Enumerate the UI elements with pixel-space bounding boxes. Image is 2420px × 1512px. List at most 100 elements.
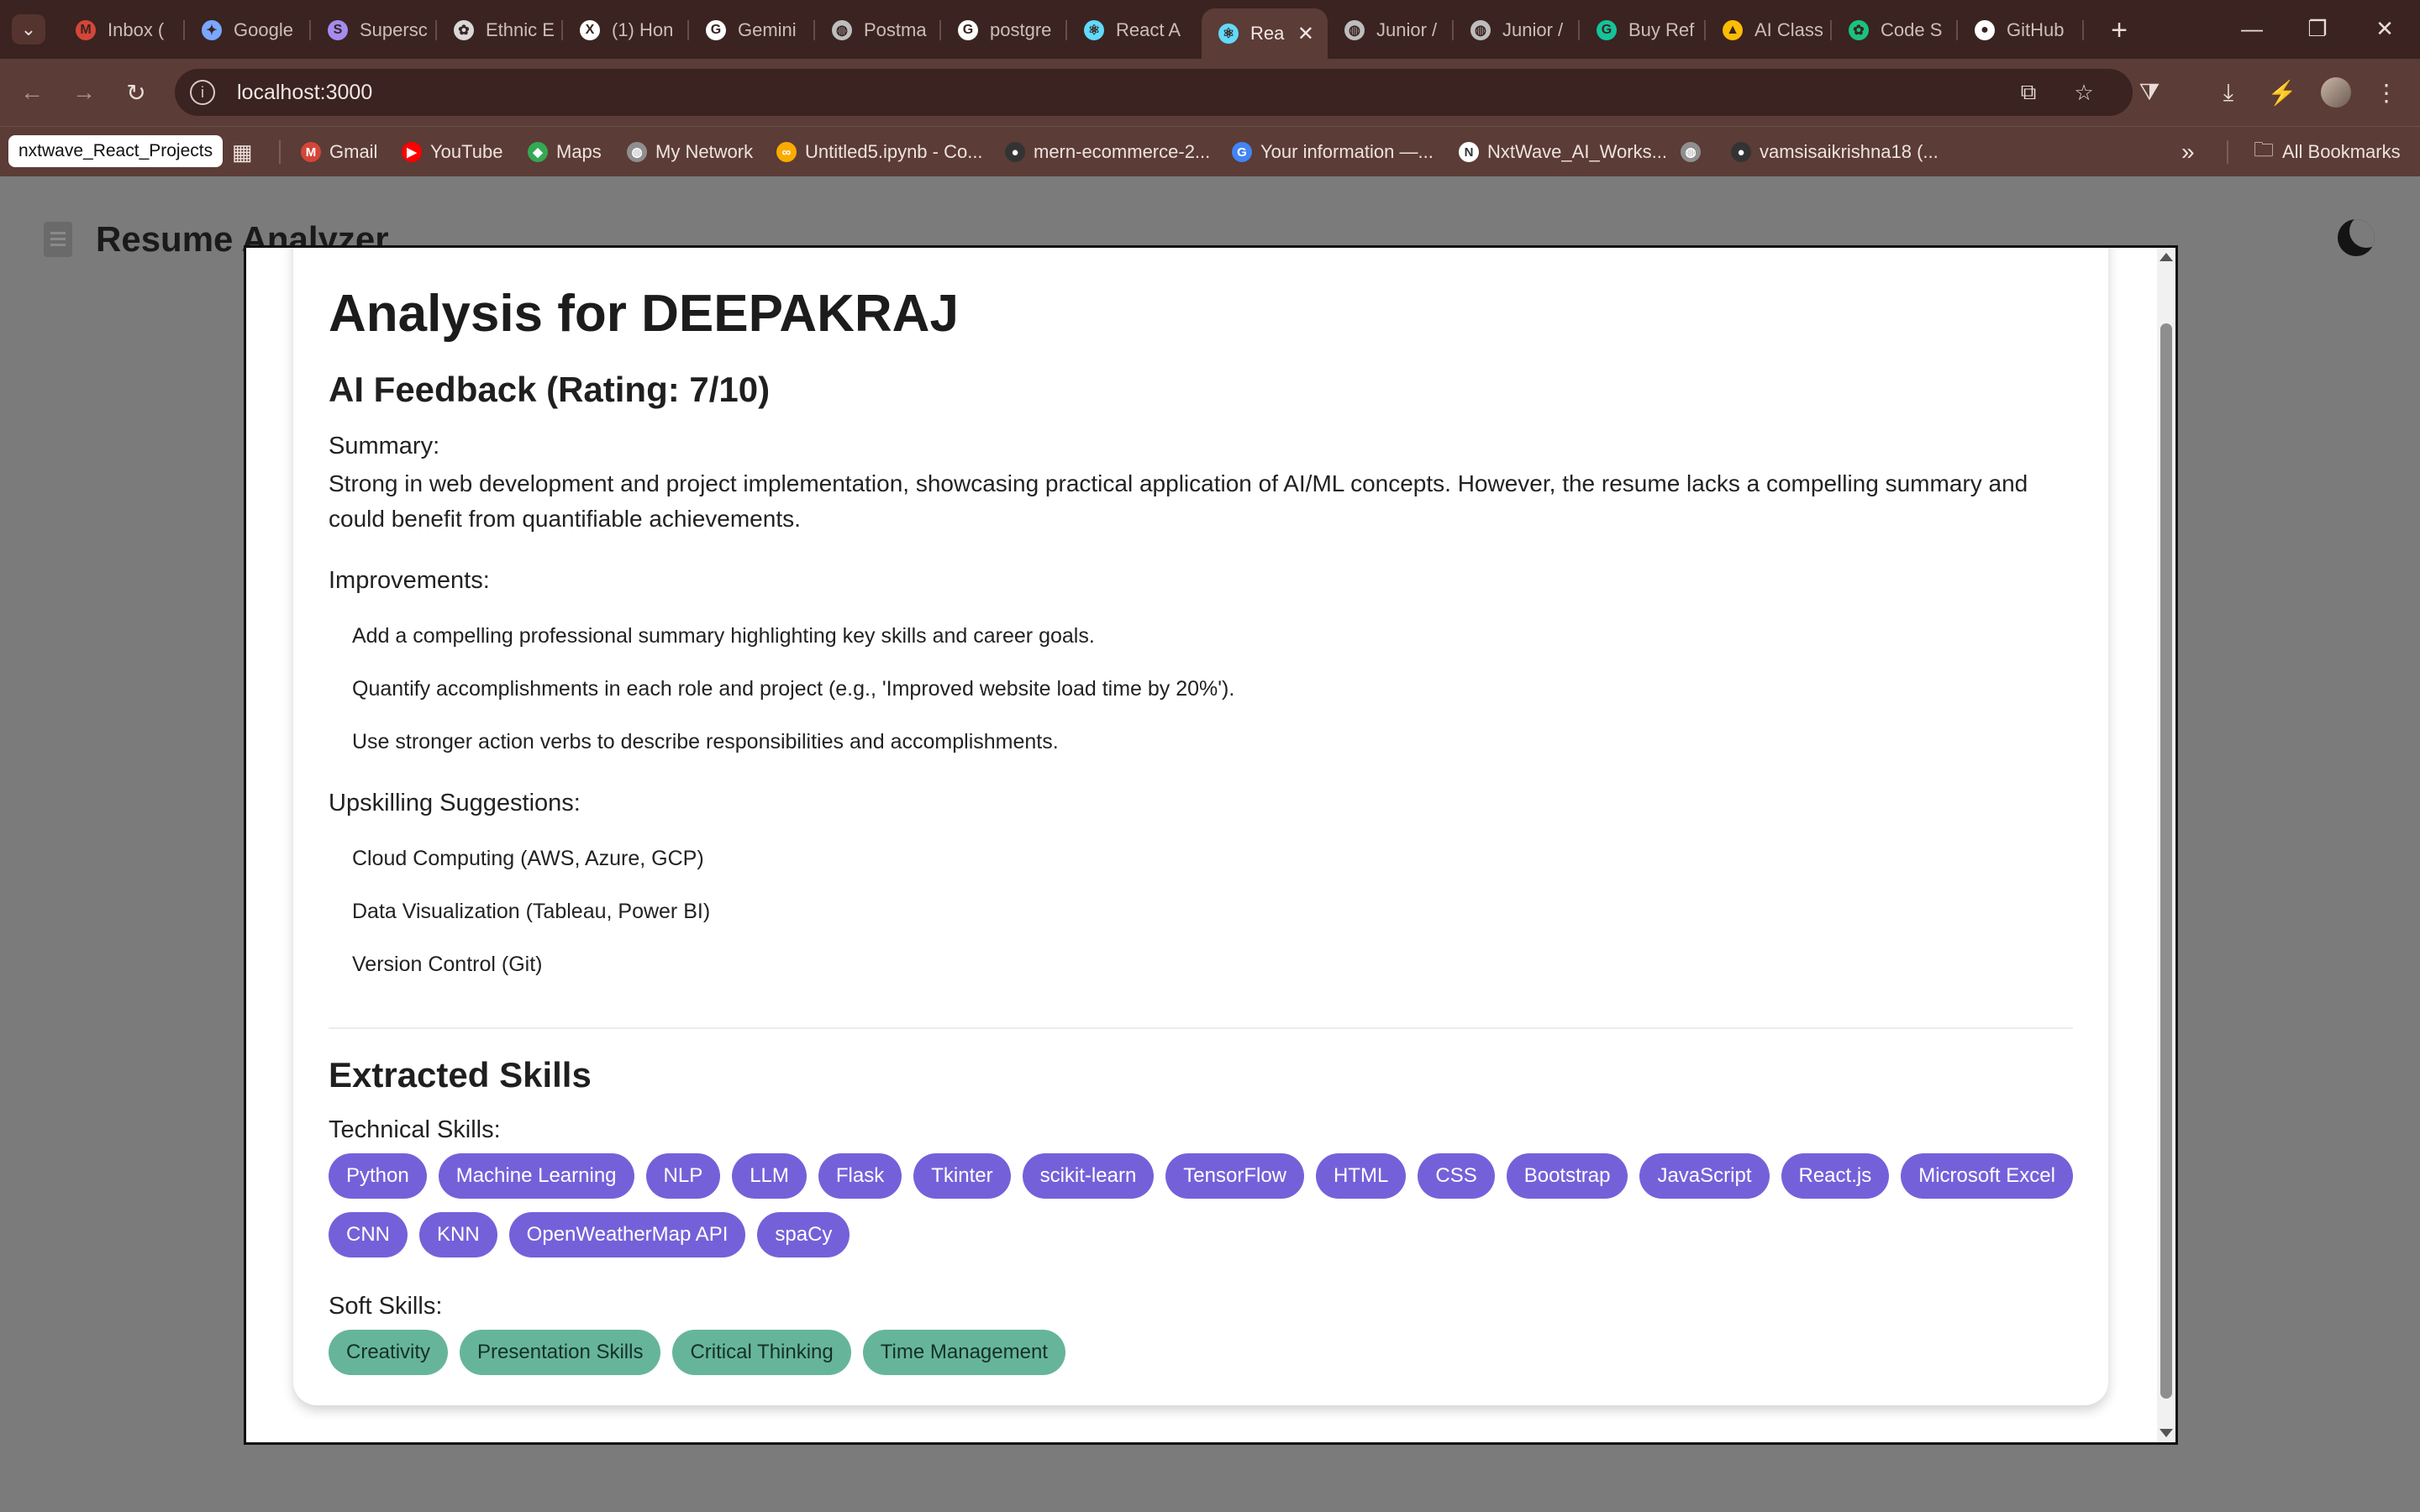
bookmark-item[interactable]: N NxtWave_AI_Works... [1459, 137, 1667, 167]
bookmark-label: NxtWave_AI_Works... [1487, 141, 1667, 162]
soft-skills-label: Soft Skills: [329, 1293, 443, 1320]
tab-title: Junior / [1502, 19, 1564, 40]
bookmark-item[interactable]: ◍ My Network [627, 137, 753, 167]
react-icon: ⚛ [1218, 24, 1239, 44]
menu-kebab-icon[interactable]: ⋮ [2368, 74, 2405, 111]
install-app-icon[interactable]: ⧉ [2013, 77, 2044, 108]
tab-title: GitHub [2007, 19, 2065, 40]
browser-tab[interactable]: ⚛ Rea ✕ [1202, 8, 1328, 59]
youtube-icon: ▶ [402, 142, 422, 162]
browser-tab[interactable]: G Gemini [689, 12, 815, 49]
bookmark-item[interactable]: ◍ [1681, 137, 1701, 167]
close-window-icon[interactable]: ✕ [2351, 10, 2418, 47]
browser-tab[interactable]: ⚛ React A [1067, 12, 1202, 49]
browser-tab[interactable]: ✿ Code S [1832, 12, 1958, 49]
globe-icon: ◍ [1470, 20, 1491, 40]
browser-tab[interactable]: ◍ Postma [815, 12, 941, 49]
restore-icon[interactable]: ❐ [2284, 10, 2351, 47]
soft-skill-pill: Time Management [862, 1330, 1065, 1375]
bookmark-item[interactable]: ◆ Maps [528, 137, 602, 167]
soft-skill-pill: Critical Thinking [672, 1330, 851, 1375]
bookmark-item[interactable]: M Gmail [301, 137, 377, 167]
scroll-up-arrow-icon[interactable] [2160, 253, 2173, 261]
gmail-icon: M [301, 142, 321, 162]
browser-tab[interactable]: ▲ AI Class [1706, 12, 1832, 49]
technical-skill-pill: NLP [645, 1153, 721, 1199]
tab-title: Postma [864, 19, 927, 40]
bookmark-label: Maps [556, 141, 602, 162]
list-item: Add a compelling professional summary hi… [352, 624, 1095, 648]
reload-icon[interactable]: ↻ [118, 74, 155, 111]
github-icon: ● [1731, 142, 1751, 162]
bookmark-item[interactable]: ∞ Untitled5.ipynb - Co... [776, 137, 983, 167]
forward-arrow-icon[interactable]: → [66, 74, 103, 111]
tab-search-chevron-icon[interactable]: ⌄ [12, 14, 45, 45]
tab-title: (1) Hon [612, 19, 674, 40]
back-arrow-icon[interactable]: ← [13, 74, 50, 111]
bookmark-group-label[interactable]: nxtwave_React_Projects [8, 135, 224, 167]
site-info-icon[interactable]: i [190, 80, 215, 105]
technical-skill-pill: CNN [329, 1212, 408, 1257]
technical-skill-pill: TensorFlow [1165, 1153, 1305, 1199]
bookmark-item[interactable]: G Your information —... [1232, 137, 1434, 167]
grammarly-icon: G [1597, 20, 1617, 40]
profile-avatar[interactable] [2321, 77, 2351, 108]
apps-grid-icon[interactable]: ▦ [232, 137, 253, 167]
folder-icon: 🗀 [2254, 138, 2274, 161]
scroll-down-arrow-icon[interactable] [2160, 1429, 2173, 1437]
bookmarks-bar: nxtwave_React_Projects ▦ M Gmail ▶ YouTube ◆… [0, 126, 2420, 176]
x-icon: X [580, 20, 600, 40]
bookmark-star-icon[interactable]: ☆ [2069, 77, 2099, 108]
gmail-icon: M [76, 20, 96, 40]
minimize-icon[interactable]: — [2218, 10, 2286, 47]
analysis-heading: Analysis for DEEPAKRAJ [329, 285, 959, 343]
gemini-icon: ✦ [202, 20, 222, 40]
tab-separator [2082, 20, 2084, 40]
dark-mode-moon-icon[interactable] [2338, 219, 2375, 256]
bookmark-item[interactable]: ● mern-ecommerce-2... [1005, 137, 1210, 167]
browser-tab[interactable]: ◍ Junior / [1454, 12, 1580, 49]
close-tab-icon[interactable]: ✕ [1297, 22, 1314, 46]
feedback-heading: AI Feedback (Rating: 7/10) [329, 370, 771, 409]
browser-tab[interactable]: Gpostgre [941, 12, 1067, 49]
more-bookmarks-chevron-icon[interactable]: » [2181, 137, 2195, 167]
browser-tab[interactable]: ● GitHub [1958, 12, 2084, 49]
openai-icon: ✿ [1849, 20, 1869, 40]
list-item: Data Visualization (Tableau, Power BI) [352, 900, 711, 923]
bookmark-label: My Network [655, 141, 754, 162]
tab-title: Gemini [738, 19, 797, 40]
browser-tab[interactable]: S Supersc [311, 12, 437, 49]
browser-tab[interactable]: ◍ Junior / [1328, 12, 1454, 49]
browser-tab[interactable]: ✿ Ethnic E [437, 12, 563, 49]
tab-title: React A [1116, 19, 1181, 40]
bookmark-label: Your information —... [1260, 141, 1434, 162]
browser-tab[interactable]: M Inbox ( [59, 12, 185, 49]
maps-icon: ◆ [528, 142, 548, 162]
bookmark-separator [279, 140, 281, 164]
extensions-puzzle-icon[interactable]: ⧩ [2131, 74, 2168, 111]
bookmark-item[interactable]: ● vamsisaikrishna18 (... [1731, 137, 1939, 167]
modal-scrollbar[interactable] [2157, 248, 2175, 1442]
performance-icon[interactable]: ⚡ [2264, 74, 2301, 111]
github-icon: ● [1005, 142, 1025, 162]
tab-title: postgre [990, 19, 1052, 40]
browser-tab[interactable]: ✦ Google [185, 12, 311, 49]
downloads-icon[interactable]: ⤓ [2210, 74, 2247, 111]
tab-title: Supersc [360, 19, 428, 40]
new-tab-plus-icon[interactable]: + [2104, 12, 2134, 49]
list-item: Quantify accomplishments in each role an… [352, 677, 1235, 701]
all-bookmarks-label: All Bookmarks [2282, 141, 2401, 162]
analysis-card: Analysis for DEEPAKRAJ AI Feedback (Rati… [293, 248, 2108, 1405]
globe-icon: ◍ [1681, 142, 1701, 162]
scrollbar-thumb[interactable] [2160, 323, 2172, 1399]
address-url[interactable]: localhost:3000 [237, 81, 372, 105]
address-bar[interactable]: i localhost:3000 ⧉ ☆ [175, 69, 2133, 116]
bookmark-item[interactable]: ▶ YouTube [402, 137, 502, 167]
technical-skill-pill: scikit-learn [1022, 1153, 1155, 1199]
all-bookmarks-button[interactable]: 🗀 All Bookmarks [2254, 137, 2401, 167]
browser-tab[interactable]: G Buy Ref [1580, 12, 1706, 49]
list-item: Version Control (Git) [352, 953, 543, 976]
browser-tab[interactable]: X (1) Hon [563, 12, 689, 49]
upskilling-list: Cloud Computing (AWS, Azure, GCP) Data V… [329, 844, 2073, 979]
openai-icon: ✿ [454, 20, 474, 40]
